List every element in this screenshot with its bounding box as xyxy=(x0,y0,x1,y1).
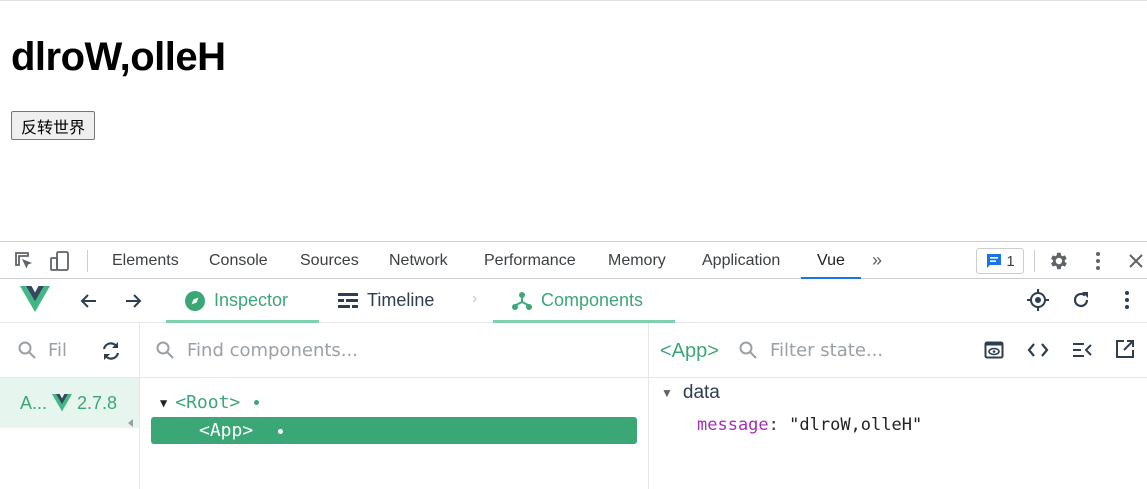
status-dot xyxy=(254,400,260,405)
page-heading: dlroW,olleH xyxy=(11,35,226,79)
open-in-editor-icon[interactable] xyxy=(1115,339,1135,359)
devtools-tab-bar: Elements Console Sources Network Perform… xyxy=(0,241,1147,279)
find-components-input[interactable]: Find components... xyxy=(187,340,358,361)
apps-search-bar: Fil xyxy=(0,323,139,378)
tab-network[interactable]: Network xyxy=(389,242,448,279)
scroll-to-component-icon[interactable] xyxy=(984,340,1004,360)
breadcrumb-chevron-icon: › xyxy=(472,290,478,307)
state-header: <App> Filter state... xyxy=(649,323,1147,378)
components-search-bar: Find components... xyxy=(140,323,648,378)
device-toggle-icon[interactable] xyxy=(48,249,72,273)
collapse-arrow-icon[interactable] xyxy=(128,419,133,427)
inspector-label: Inspector xyxy=(214,290,289,310)
issues-button[interactable]: 1 xyxy=(976,248,1024,274)
reverse-world-button[interactable]: 反转世界 xyxy=(11,111,96,140)
search-icon xyxy=(18,341,36,359)
data-section-label: data xyxy=(682,382,720,403)
inspect-element-icon[interactable] xyxy=(12,249,36,273)
root-label: <Root> xyxy=(175,392,241,413)
tab-sources[interactable]: Sources xyxy=(300,242,359,279)
timeline-label: Timeline xyxy=(367,290,435,310)
vue-version: 2.7.8 xyxy=(77,393,118,413)
component-state-panel: <App> Filter state... ▼ data message: "d… xyxy=(649,323,1147,489)
components-label: Components xyxy=(541,290,644,310)
kebab-menu-icon[interactable] xyxy=(1086,249,1110,273)
tab-components[interactable]: Components xyxy=(493,279,675,323)
key-value-separator: : xyxy=(768,415,790,435)
tab-elements[interactable]: Elements xyxy=(112,242,179,279)
code-icon[interactable] xyxy=(1027,340,1049,360)
tab-performance[interactable]: Performance xyxy=(484,242,576,279)
gear-icon[interactable] xyxy=(1046,249,1070,273)
tab-inspector[interactable]: Inspector xyxy=(166,279,319,323)
vue-logo-icon xyxy=(20,286,50,314)
select-component-target-icon[interactable] xyxy=(1027,289,1049,311)
expand-caret-icon[interactable]: ▼ xyxy=(661,386,673,400)
back-arrow-icon[interactable] xyxy=(79,291,99,311)
forward-arrow-icon[interactable] xyxy=(123,291,143,311)
search-icon xyxy=(739,341,757,359)
tab-timeline[interactable]: Timeline xyxy=(319,279,452,322)
status-dot xyxy=(278,428,284,434)
state-value: "dlroW,olleH" xyxy=(789,415,923,435)
selected-component-title: <App> xyxy=(660,340,719,362)
search-icon xyxy=(156,341,174,359)
apps-panel: Fil A... 2.7.8 xyxy=(0,323,140,489)
close-icon[interactable] xyxy=(1124,249,1147,273)
expand-caret-icon[interactable]: ▼ xyxy=(160,396,167,410)
message-icon xyxy=(987,254,1002,268)
components-tree-icon xyxy=(512,291,532,310)
app-component-label: <App> xyxy=(199,420,254,441)
tab-console[interactable]: Console xyxy=(209,242,268,279)
tab-memory[interactable]: Memory xyxy=(608,242,666,279)
toolbar-divider xyxy=(1034,250,1035,272)
tree-node-app-selected[interactable]: <App> xyxy=(151,417,637,444)
apps-search-input[interactable]: Fil xyxy=(48,340,70,361)
data-section-header[interactable]: ▼ data xyxy=(661,382,720,404)
issues-count: 1 xyxy=(1006,252,1015,270)
app-name: A... xyxy=(20,393,48,413)
tab-application[interactable]: Application xyxy=(702,242,780,279)
app-list-item[interactable]: A... 2.7.8 xyxy=(0,378,139,428)
inspect-dom-icon[interactable] xyxy=(1071,340,1093,360)
component-tree-panel: Find components... ▼ <Root> <App> xyxy=(140,323,649,489)
more-options-icon[interactable] xyxy=(1124,290,1130,310)
timeline-icon xyxy=(338,292,358,308)
state-key: message xyxy=(697,415,769,435)
tab-vue[interactable]: Vue xyxy=(801,242,861,279)
sync-icon[interactable] xyxy=(100,340,122,362)
page-content: dlroW,olleH 反转世界 xyxy=(0,0,1147,241)
more-tabs-chevron-icon[interactable]: » xyxy=(872,250,882,271)
vue-devtools-toolbar: Inspector Timeline › Components xyxy=(0,279,1147,323)
tree-node-root[interactable]: ▼ <Root> xyxy=(160,392,260,413)
compass-icon xyxy=(185,290,205,311)
refresh-icon[interactable] xyxy=(1071,290,1091,310)
toolbar-divider xyxy=(87,250,88,272)
filter-state-input[interactable]: Filter state... xyxy=(770,340,883,361)
vue-logo-icon xyxy=(52,394,72,412)
state-field-row[interactable]: message: "dlroW,olleH" xyxy=(697,415,922,435)
